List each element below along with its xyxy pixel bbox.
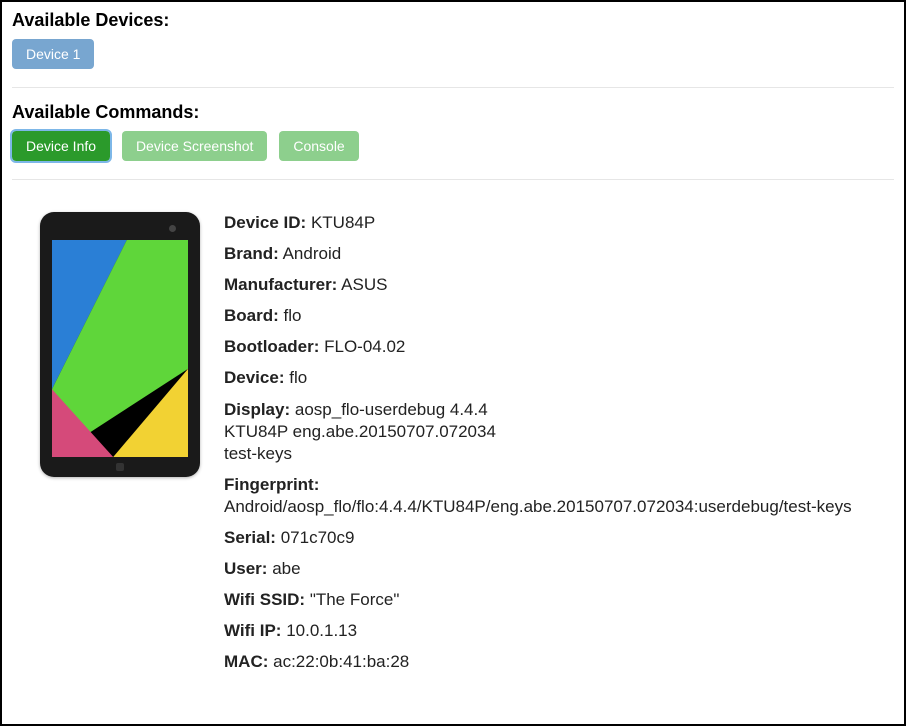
info-label: Bootloader: bbox=[224, 337, 319, 356]
info-value: FLO-04.02 bbox=[324, 337, 405, 356]
device-image bbox=[40, 212, 200, 477]
home-indicator-icon bbox=[116, 463, 124, 471]
info-device: Device: flo bbox=[224, 367, 864, 389]
info-mac: MAC: ac:22:0b:41:ba:28 bbox=[224, 651, 864, 673]
info-label: Manufacturer: bbox=[224, 275, 337, 294]
info-label: Device: bbox=[224, 368, 284, 387]
info-value: ASUS bbox=[341, 275, 387, 294]
info-value: Android bbox=[283, 244, 342, 263]
info-label: User: bbox=[224, 559, 267, 578]
info-value: Android/aosp_flo/flo:4.4.4/KTU84P/eng.ab… bbox=[224, 497, 852, 516]
info-label: Device ID: bbox=[224, 213, 306, 232]
info-value: 071c70c9 bbox=[281, 528, 355, 547]
available-devices-heading: Available Devices: bbox=[12, 10, 894, 31]
info-label: Board: bbox=[224, 306, 279, 325]
commands-list: Device Info Device Screenshot Console bbox=[12, 131, 894, 165]
info-user: User: abe bbox=[224, 558, 864, 580]
info-label: Display: bbox=[224, 400, 290, 419]
info-manufacturer: Manufacturer: ASUS bbox=[224, 274, 864, 296]
info-wifi-ssid: Wifi SSID: "The Force" bbox=[224, 589, 864, 611]
info-label: Fingerprint: bbox=[224, 475, 319, 494]
info-display: Display: aosp_flo-userdebug 4.4.4 KTU84P… bbox=[224, 399, 514, 465]
device-screen bbox=[52, 240, 188, 457]
divider bbox=[12, 179, 894, 180]
info-value: flo bbox=[289, 368, 307, 387]
info-value: abe bbox=[272, 559, 300, 578]
info-wifi-ip: Wifi IP: 10.0.1.13 bbox=[224, 620, 864, 642]
device-1-button[interactable]: Device 1 bbox=[12, 39, 94, 69]
devices-list: Device 1 bbox=[12, 39, 894, 73]
info-value: flo bbox=[284, 306, 302, 325]
camera-dot-icon bbox=[169, 225, 176, 232]
console-button[interactable]: Console bbox=[279, 131, 358, 161]
device-info-button[interactable]: Device Info bbox=[12, 131, 110, 161]
device-screenshot-button[interactable]: Device Screenshot bbox=[122, 131, 268, 161]
info-label: Serial: bbox=[224, 528, 276, 547]
available-commands-heading: Available Commands: bbox=[12, 102, 894, 123]
info-value: 10.0.1.13 bbox=[286, 621, 357, 640]
divider bbox=[12, 87, 894, 88]
info-bootloader: Bootloader: FLO-04.02 bbox=[224, 336, 864, 358]
info-value: ac:22:0b:41:ba:28 bbox=[273, 652, 409, 671]
info-label: MAC: bbox=[224, 652, 268, 671]
info-label: Brand: bbox=[224, 244, 279, 263]
info-label: Wifi IP: bbox=[224, 621, 281, 640]
info-serial: Serial: 071c70c9 bbox=[224, 527, 864, 549]
info-value: KTU84P bbox=[311, 213, 375, 232]
info-board: Board: flo bbox=[224, 305, 864, 327]
device-info-panel: Device ID: KTU84P Brand: Android Manufac… bbox=[224, 212, 894, 683]
info-device-id: Device ID: KTU84P bbox=[224, 212, 864, 234]
info-label: Wifi SSID: bbox=[224, 590, 305, 609]
device-details-row: Device ID: KTU84P Brand: Android Manufac… bbox=[12, 194, 894, 683]
info-brand: Brand: Android bbox=[224, 243, 864, 265]
info-value: "The Force" bbox=[310, 590, 400, 609]
info-fingerprint: Fingerprint: Android/aosp_flo/flo:4.4.4/… bbox=[224, 474, 864, 518]
